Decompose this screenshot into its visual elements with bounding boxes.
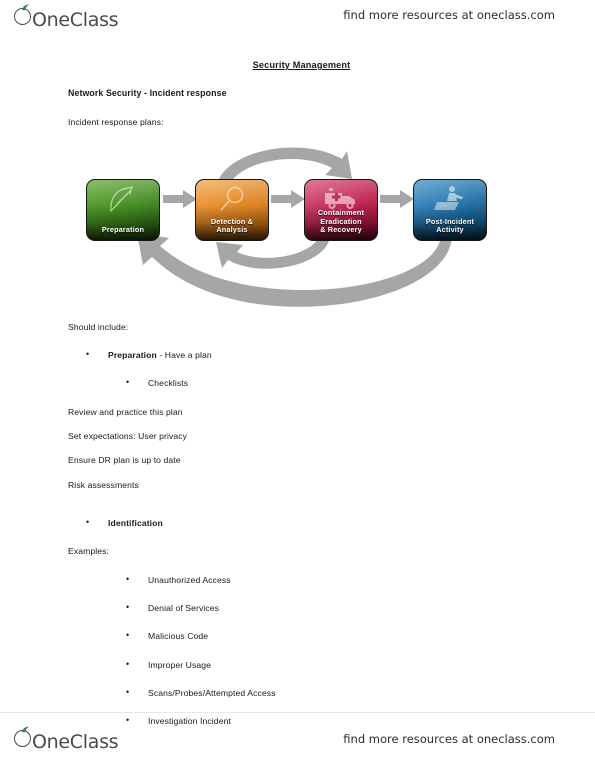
diagram-stage-preparation[interactable]: Preparation — [86, 178, 160, 241]
header-brand-logo[interactable]: OneClass — [14, 4, 119, 31]
header-brand-text: OneClass — [32, 9, 119, 31]
page-title: Security Management — [252, 60, 351, 70]
list-item-unauthorized-access: • Unauthorized Access — [0, 574, 595, 585]
list-item-checklists: • Checklists — [0, 377, 595, 389]
examples-label: Examples: — [68, 546, 110, 557]
arrow-prep-to-detection — [163, 189, 197, 208]
person-presenting-icon — [414, 185, 486, 213]
page-header: OneClass find more resources at oneclass… — [0, 0, 595, 42]
diagram-stage-label: Preparation — [101, 225, 145, 235]
list-item-label: Scans/Probes/Attempted Access — [148, 687, 276, 698]
diagram-stage-post-incident-activity[interactable]: Post-Incident Activity — [413, 178, 487, 241]
list-item-label-strong: Preparation — [108, 350, 157, 361]
bow-and-arrow-icon — [87, 185, 159, 215]
oneclass-apple-logo-icon — [14, 726, 33, 748]
section-heading: Network Security - Incident response — [68, 88, 227, 98]
list-item-label: Malicious Code — [148, 631, 209, 642]
list-item-denial-of-services: • Denial of Services — [0, 602, 595, 613]
diagram-stage-label: Detection & Analysis — [209, 217, 255, 235]
diagram-stage-detection-analysis[interactable]: Detection & Analysis — [195, 178, 269, 241]
oneclass-apple-logo-icon — [14, 4, 33, 26]
intro-paragraph: Incident response plans: — [68, 116, 164, 127]
list-item-scans-probes-attempted-access: • Scans/Probes/Attempted Access — [0, 687, 595, 698]
list-item-improper-usage: • Improper Usage — [0, 659, 595, 670]
diagram-stage-label: Post-Incident Activity — [424, 217, 476, 235]
diagram-stage-label-line: & Recovery — [320, 225, 362, 235]
header-tagline: find more resources at oneclass.com — [343, 8, 555, 22]
note-risk-assessments: Risk assessments — [68, 479, 139, 490]
page-footer: OneClass find more resources at oneclass… — [0, 712, 595, 770]
list-item-label: Unauthorized Access — [148, 574, 231, 585]
list-item-label: Checklists — [148, 378, 189, 389]
footer-brand-text: OneClass — [32, 731, 119, 753]
list-item-label: Identification — [108, 518, 163, 529]
list-item-identification: • Identification — [0, 517, 595, 529]
document-body: Security Management Network Security - I… — [0, 60, 595, 727]
arrow-containment-to-postincident — [380, 189, 414, 208]
arrow-curve-large-postincident-to-preparation — [137, 232, 452, 307]
magnifying-glass-icon — [196, 185, 268, 215]
list-item-label-rest: - Have a plan — [156, 350, 212, 361]
list-item-label: Preparation - Have a plan — [90, 350, 212, 360]
incident-response-lifecycle-diagram: Preparation Detection & Analysis Contain… — [0, 137, 595, 322]
ambulance-icon — [305, 185, 377, 211]
footer-brand-logo[interactable]: OneClass — [14, 726, 119, 753]
diagram-stage-containment-eradication-recovery[interactable]: Containment Eradication & Recovery — [304, 178, 378, 241]
list-item-label: Denial of Services — [148, 602, 220, 613]
diagram-stage-label-line: Analysis — [216, 225, 248, 235]
list-item-label: Improper Usage — [148, 659, 212, 670]
diagram-stage-label: Containment Eradication & Recovery — [316, 208, 366, 235]
should-include-label: Should include: — [68, 321, 129, 332]
note-review-practice: Review and practice this plan — [68, 406, 183, 417]
arrow-detection-to-containment — [271, 189, 305, 208]
footer-divider — [0, 712, 595, 713]
list-item-malicious-code: • Malicious Code — [0, 630, 595, 642]
footer-tagline: find more resources at oneclass.com — [343, 732, 555, 746]
diagram-stage-label-line: Activity — [436, 225, 464, 235]
note-ensure-dr-plan: Ensure DR plan is up to date — [68, 455, 181, 466]
list-item-preparation: • Preparation - Have a plan — [0, 349, 595, 360]
note-set-expectations: Set expectations: User privacy — [68, 431, 188, 442]
